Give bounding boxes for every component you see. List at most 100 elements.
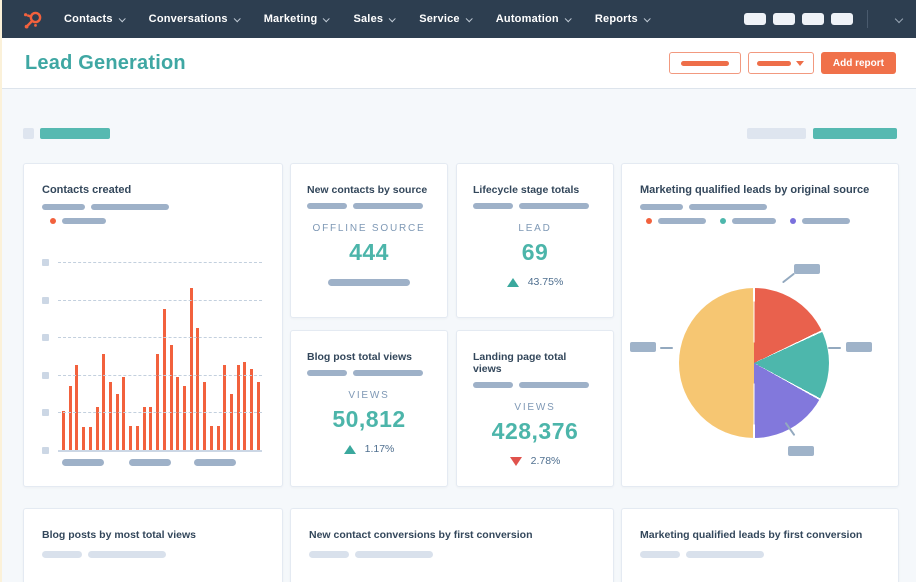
redacted-slice-label: [788, 446, 814, 456]
bar: [189, 288, 193, 450]
nav-icon-placeholder-1[interactable]: [744, 13, 766, 25]
metric-value: 444: [349, 239, 389, 265]
redacted-button-label: [680, 60, 729, 66]
redacted-button-label: [757, 60, 792, 66]
delta-row: 43.75%: [473, 276, 597, 288]
filter-control-left[interactable]: [40, 128, 110, 139]
x-axis-line: [58, 450, 262, 452]
metric-value: 428,376: [491, 418, 579, 444]
nav-icon-placeholder-3[interactable]: [802, 13, 824, 25]
nav-item-label: Automation: [495, 13, 559, 25]
card-new-contact-conversions: New contact conversions by first convers…: [290, 508, 614, 582]
chevron-down-icon: [233, 14, 241, 22]
pie-legend: [640, 218, 880, 224]
dropdown-triangle-icon: [796, 60, 805, 66]
bar: [162, 309, 166, 450]
bar: [135, 425, 139, 450]
nav-item-label: Marketing: [263, 13, 318, 25]
bar: [169, 344, 173, 450]
card-title: Marketing qualified leads by first conve…: [640, 529, 863, 541]
bar: [250, 369, 254, 450]
x-axis-labels: [58, 459, 264, 466]
redacted-subtitle: [473, 203, 597, 209]
redacted-subtitle: [640, 551, 880, 558]
redacted-legend-label: [62, 218, 106, 224]
redacted-x-label: [194, 459, 236, 466]
bar-chart: [42, 259, 262, 454]
nav-item-label: Sales: [353, 13, 384, 25]
card-blog-post-total-views: Blog post total views VIEWS 50,812 1.17%: [290, 330, 448, 487]
bar: [196, 327, 200, 450]
y-tick-placeholder: [42, 371, 49, 379]
nav-item-automation[interactable]: Automation: [495, 13, 572, 25]
legend-dot-icon: [720, 218, 726, 224]
add-report-button[interactable]: Add report: [820, 52, 896, 74]
y-tick-placeholder: [42, 259, 49, 266]
nav-item-reports[interactable]: Reports: [595, 13, 651, 25]
metric-label: LEAD: [518, 223, 552, 234]
nav-item-sales[interactable]: Sales: [353, 13, 396, 25]
redacted-legend-label: [658, 218, 706, 224]
card-title: Lifecycle stage totals: [473, 184, 580, 196]
bar: [216, 425, 220, 450]
delta-value: 1.17%: [364, 443, 395, 455]
chart-legend: [42, 218, 264, 224]
redacted-x-label: [129, 459, 171, 466]
chevron-down-icon: [643, 14, 651, 22]
filter-label-placeholder: [747, 128, 806, 139]
redacted-subtitle: [640, 204, 880, 210]
chevron-down-icon: [564, 14, 572, 22]
bar: [256, 382, 260, 450]
bar: [102, 354, 106, 450]
metric-value: 69: [521, 239, 549, 265]
dashboard-action-button-1[interactable]: [668, 52, 741, 74]
card-title: Blog post total views: [307, 351, 413, 363]
legend-item: [646, 218, 706, 224]
card-title: Marketing qualified leads by original so…: [640, 184, 870, 196]
card-new-contacts-by-source: New contacts by source OFFLINE SOURCE 44…: [290, 163, 448, 318]
redacted-legend-label: [802, 218, 850, 224]
nav-item-contacts[interactable]: Contacts: [64, 13, 126, 25]
page-title: Lead Generation: [25, 51, 186, 74]
nav-icon-placeholder-4[interactable]: [831, 13, 853, 25]
gridline: [58, 412, 262, 414]
bar: [88, 427, 92, 450]
chevron-down-icon: [388, 14, 396, 22]
bar-series: [62, 262, 260, 450]
chevron-down-icon: [465, 14, 473, 22]
y-tick-placeholder: [42, 409, 49, 417]
delta-value: 43.75%: [527, 276, 564, 288]
card-title: New contact conversions by first convers…: [309, 529, 533, 541]
hubspot-logo-icon[interactable]: [22, 8, 44, 30]
top-navbar: Contacts Conversations Marketing Sales Servi…: [0, 0, 916, 38]
gridline: [58, 337, 262, 339]
bar: [109, 382, 113, 450]
gridline: [58, 299, 262, 301]
delta-row: 1.17%: [307, 443, 431, 455]
card-contacts-created: Contacts created: [23, 163, 283, 487]
bar: [68, 386, 72, 450]
legend-dot-icon: [50, 218, 56, 224]
nav-item-label: Conversations: [148, 13, 228, 25]
dashboard-action-dropdown[interactable]: [747, 52, 814, 74]
delta-triangle-icon: [506, 277, 519, 287]
nav-item-marketing[interactable]: Marketing: [263, 13, 331, 25]
nav-item-service[interactable]: Service: [419, 13, 473, 25]
account-chevron-down-icon[interactable]: [894, 14, 904, 24]
legend-item: [790, 218, 850, 224]
nav-menu: Contacts Conversations Marketing Sales Servi…: [64, 13, 651, 25]
metric-label: VIEWS: [514, 402, 556, 413]
chevron-down-icon: [118, 14, 126, 22]
redacted-x-label: [62, 459, 104, 466]
y-tick-placeholder: [42, 447, 49, 454]
redacted-subtitle: [42, 551, 264, 558]
nav-icon-placeholder-2[interactable]: [773, 13, 795, 25]
card-title: New contacts by source: [307, 184, 428, 196]
bar: [156, 354, 160, 450]
bar: [236, 365, 240, 450]
filter-control-right[interactable]: [813, 128, 897, 139]
bar: [82, 427, 86, 450]
bar: [229, 393, 233, 450]
nav-item-conversations[interactable]: Conversations: [148, 13, 241, 25]
card-landing-page-total-views: Landing page total views VIEWS 428,376 2…: [456, 330, 614, 487]
